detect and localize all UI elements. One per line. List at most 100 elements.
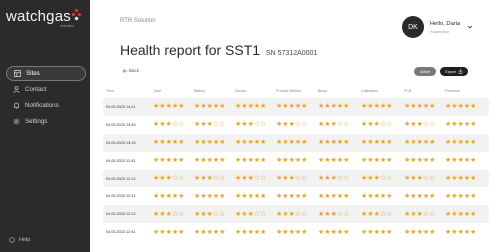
star-filled-icon: ★ bbox=[386, 103, 393, 111]
table-row[interactable]: 04.05.2023 12:41 ★ ★ ★ ★ ★ ★ ★ ★ ★ ★ ★ ★ ★ ★ ★ ★ ★ ★ ★ ★ ★ ★ ★ ★… bbox=[103, 152, 489, 170]
time-cell: 04.05.2023 13:45 bbox=[106, 122, 136, 127]
rating-cell: ★ ★ ★ ★ ★ bbox=[153, 139, 194, 146]
star-filled-icon: ★ bbox=[178, 157, 185, 165]
time-cell: 04.05.2023 12:12 bbox=[106, 176, 136, 181]
time-cell: 04.05.2023 12:41 bbox=[106, 158, 136, 163]
rating-cell: ★ ★ ★ ★ ★ bbox=[276, 193, 318, 200]
rating-cell: ★ ★ ★ ★ ★ bbox=[361, 193, 404, 200]
sidebar-item-contact[interactable]: Contact bbox=[6, 82, 86, 97]
sidebar-item-sites[interactable]: Sites bbox=[6, 66, 86, 81]
star-filled-icon: ★ bbox=[429, 139, 436, 147]
rating-cell: ★ ★ ★ ☆ ☆ bbox=[404, 175, 445, 182]
star-empty-icon: ☆ bbox=[219, 175, 226, 182]
star-filled-icon: ★ bbox=[470, 103, 477, 111]
star-empty-icon: ☆ bbox=[301, 175, 308, 182]
rating-cell: ★ ★ ★ ★ ★ bbox=[404, 139, 445, 146]
column-header: Sensor bbox=[235, 88, 247, 93]
star-empty-icon: ☆ bbox=[301, 210, 308, 218]
table-row[interactable]: 04.05.2023 12:41 ★ ★ ★ ★ ★ ★ ★ ★ ★ ★ ★ ★ ★ ★ ★ ★ ★ ★ ★ ★ ★ ★ ★ ★… bbox=[103, 223, 489, 241]
table-row[interactable]: 04.05.2023 12:12 ★ ★ ★ ☆ ☆ ★ ★ ★ ☆ ☆ ★ ★ ★ ☆ ☆ ★ ★ ★ ☆ ☆ ★ ★ ★ ☆… bbox=[103, 205, 489, 224]
table-row[interactable]: 04.05.2023 13:16 ★ ★ ★ ★ ★ ★ ★ ★ ★ ★ ★ ★ ★ ★ ★ ★ ★ ★ ★ ★ ★ ★ ★ ★… bbox=[103, 133, 489, 152]
column-header: Firmware bbox=[445, 88, 460, 93]
column-header: Bump bbox=[318, 88, 328, 93]
rating-cell: ★ ★ ★ ★ ★ bbox=[404, 193, 445, 200]
star-filled-icon: ★ bbox=[470, 175, 477, 182]
sidebar-item-settings[interactable]: Settings bbox=[6, 114, 86, 129]
rating-cell: ★ ★ ★ ★ ★ bbox=[194, 103, 235, 110]
rating-cell: ★ ★ ★ ★ ★ bbox=[361, 139, 404, 146]
serial-number: SN 57312A0001 bbox=[265, 50, 318, 57]
rating-cell: ★ ★ ★ ☆ ☆ bbox=[276, 175, 318, 182]
logo-mark-icon bbox=[71, 8, 82, 21]
rating-cell: ★ ★ ★ ☆ ☆ bbox=[235, 121, 276, 128]
rating-cell: ★ ★ ★ ☆ ☆ bbox=[235, 211, 276, 218]
star-filled-icon: ★ bbox=[219, 192, 226, 200]
table-row[interactable]: 04.05.2023 14:41 ★ ★ ★ ★ ★ ★ ★ ★ ★ ★ ★ ★ ★ ★ ★ ★ ★ ★ ★ ★ ★ ★ ★ ★… bbox=[103, 98, 489, 116]
export-button[interactable]: Export bbox=[440, 67, 468, 76]
back-label: Back bbox=[129, 68, 140, 73]
person-icon bbox=[12, 86, 20, 94]
time-cell: 04.05.2023 13:16 bbox=[106, 140, 136, 145]
help-circle-icon bbox=[8, 236, 16, 244]
star-empty-icon: ☆ bbox=[260, 121, 267, 129]
rating-cell: ★ ★ ★ ★ ★ bbox=[153, 229, 194, 236]
help-label: Help bbox=[19, 237, 31, 243]
column-header: Total bbox=[153, 88, 161, 93]
grid-icon bbox=[13, 70, 21, 78]
table-row[interactable]: 04.05.2023 13:45 ★ ★ ★ ☆ ☆ ★ ★ ★ ☆ ☆ ★ ★ ★ ☆ ☆ ★ ★ ★ ☆ ☆ ★ ★ ★ ☆… bbox=[103, 116, 489, 134]
star-empty-icon: ☆ bbox=[178, 210, 185, 218]
rating-cell: ★ ★ ★ ★ ★ bbox=[445, 103, 489, 110]
rating-cell: ★ ★ ★ ★ ★ bbox=[318, 229, 361, 236]
star-filled-icon: ★ bbox=[219, 157, 226, 165]
help-link[interactable]: Help bbox=[8, 236, 30, 244]
rating-cell: ★ ★ ★ ★ ★ bbox=[445, 229, 489, 236]
watchgas-logo[interactable]: watchgas bbox=[6, 8, 82, 25]
user-greeting: Hello, Daria bbox=[430, 20, 461, 27]
back-link[interactable]: Back bbox=[123, 68, 139, 73]
rating-cell: ★ ★ ★ ★ ★ bbox=[194, 193, 235, 200]
sidebar: watchgas detection Sites Contact Notific… bbox=[0, 0, 90, 252]
star-empty-icon: ☆ bbox=[178, 121, 185, 129]
table-row[interactable]: 04.05.2023 12:41 ★ ★ ★ ★ ★ ★ ★ ★ ★ ★ ★ ★ ★ ★ ★ ★ ★ ★ ★ ★ ★ ★ ★ ★… bbox=[103, 187, 489, 205]
rating-cell: ★ ★ ★ ★ ★ bbox=[153, 103, 194, 110]
rating-cell: ★ ★ ★ ☆ ☆ bbox=[194, 175, 235, 182]
star-filled-icon: ★ bbox=[178, 228, 185, 236]
column-header: PCB bbox=[404, 88, 412, 93]
user-menu[interactable]: DK Hello, Daria Supervisor bbox=[402, 16, 473, 38]
rating-cell: ★ ★ ★ ★ ★ bbox=[235, 157, 276, 164]
star-empty-icon: ☆ bbox=[219, 121, 226, 129]
table-body: 04.05.2023 14:41 ★ ★ ★ ★ ★ ★ ★ ★ ★ ★ ★ ★ ★ ★ ★ ★ ★ ★ ★ ★ ★ ★ ★ ★… bbox=[103, 98, 489, 241]
star-filled-icon: ★ bbox=[386, 192, 393, 200]
table-row[interactable]: 04.05.2023 12:12 ★ ★ ★ ☆ ☆ ★ ★ ★ ☆ ☆ ★ ★ ★ ☆ ☆ ★ ★ ★ ☆ ☆ ★ ★ ★ ☆… bbox=[103, 169, 489, 188]
sidebar-item-label: Settings bbox=[25, 118, 48, 125]
active-filter-button[interactable]: Active bbox=[414, 67, 436, 76]
rating-cell: ★ ★ ★ ★ ★ bbox=[153, 193, 194, 200]
star-filled-icon: ★ bbox=[429, 192, 436, 200]
rating-cell: ★ ★ ★ ★ ★ bbox=[276, 139, 318, 146]
company-name: RTR Solution bbox=[120, 18, 156, 24]
star-filled-icon: ★ bbox=[260, 192, 267, 200]
rating-cell: ★ ★ ★ ★ ★ bbox=[235, 139, 276, 146]
user-info: Hello, Daria Supervisor bbox=[430, 21, 460, 34]
star-empty-icon: ☆ bbox=[429, 121, 436, 129]
sidebar-item-notifications[interactable]: Notifications bbox=[6, 98, 86, 113]
health-report-table: Time Total Battery Sensor Product lifeti… bbox=[103, 83, 489, 241]
star-empty-icon: ☆ bbox=[429, 210, 436, 218]
star-filled-icon: ★ bbox=[260, 103, 267, 111]
rating-cell: ★ ★ ★ ★ ★ bbox=[361, 157, 404, 164]
export-icon bbox=[458, 69, 462, 74]
rating-cell: ★ ★ ★ ★ ★ bbox=[194, 229, 235, 236]
time-cell: 04.05.2023 12:41 bbox=[106, 194, 136, 199]
rating-cell: ★ ★ ★ ☆ ☆ bbox=[194, 121, 235, 128]
bell-icon bbox=[12, 102, 20, 110]
rating-cell: ★ ★ ★ ★ ★ bbox=[445, 211, 489, 218]
star-filled-icon: ★ bbox=[178, 192, 185, 200]
rating-cell: ★ ★ ★ ★ ★ bbox=[361, 103, 404, 110]
rating-cell: ★ ★ ★ ★ ★ bbox=[404, 157, 445, 164]
user-role: Supervisor bbox=[430, 28, 450, 34]
rating-cell: ★ ★ ★ ★ ★ bbox=[235, 229, 276, 236]
star-filled-icon: ★ bbox=[301, 228, 308, 236]
star-empty-icon: ☆ bbox=[343, 175, 350, 182]
star-filled-icon: ★ bbox=[470, 192, 477, 200]
star-empty-icon: ☆ bbox=[343, 210, 350, 218]
